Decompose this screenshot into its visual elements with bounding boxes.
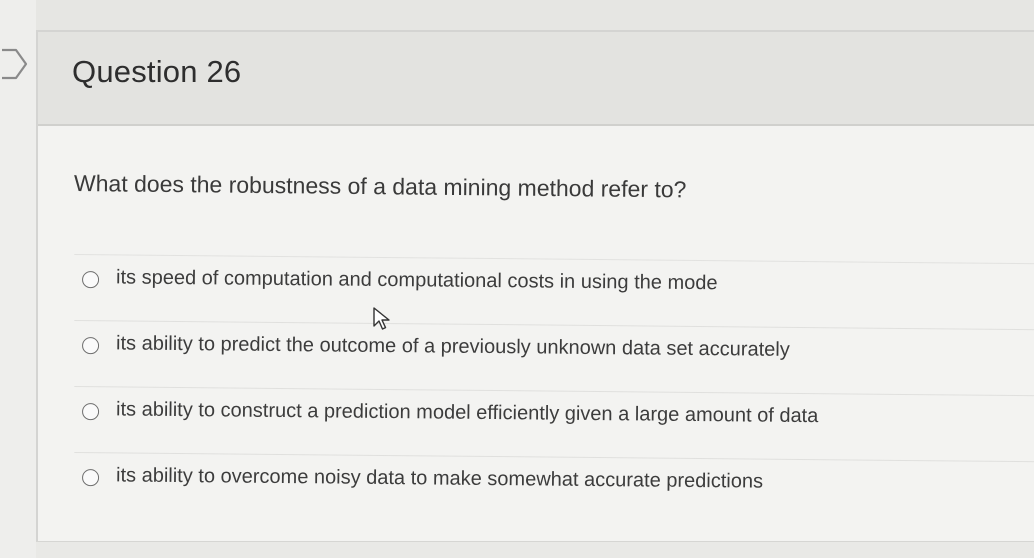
left-strip xyxy=(0,0,36,558)
mouse-pointer-icon xyxy=(373,307,390,330)
option-label[interactable]: its speed of computation and computation… xyxy=(116,266,718,295)
question-header: Question 26 xyxy=(38,32,1034,126)
answer-option-1[interactable]: its speed of computation and computation… xyxy=(73,254,1034,330)
question-title: Question 26 xyxy=(72,54,242,89)
radio-button[interactable] xyxy=(81,403,100,421)
answer-options: its speed of computation and computation… xyxy=(73,254,1034,528)
question-prompt: What does the robustness of a data minin… xyxy=(73,170,687,203)
radio-button[interactable] xyxy=(81,469,100,487)
card-bottom-edge xyxy=(36,541,1034,558)
answer-option-3[interactable]: its ability to construct a prediction mo… xyxy=(73,386,1034,462)
chevron-right-icon[interactable] xyxy=(2,44,30,84)
radio-button[interactable] xyxy=(81,271,100,289)
answer-option-2[interactable]: its ability to predict the outcome of a … xyxy=(73,320,1034,396)
answer-option-4[interactable]: its ability to overcome noisy data to ma… xyxy=(73,452,1034,528)
option-label[interactable]: its ability to construct a prediction mo… xyxy=(116,398,818,428)
question-card: Question 26 What does the robustness of … xyxy=(36,30,1034,550)
question-body: What does the robustness of a data minin… xyxy=(38,126,1034,546)
radio-button[interactable] xyxy=(81,337,100,355)
option-label[interactable]: its ability to overcome noisy data to ma… xyxy=(116,464,763,493)
option-label[interactable]: its ability to predict the outcome of a … xyxy=(116,332,790,361)
